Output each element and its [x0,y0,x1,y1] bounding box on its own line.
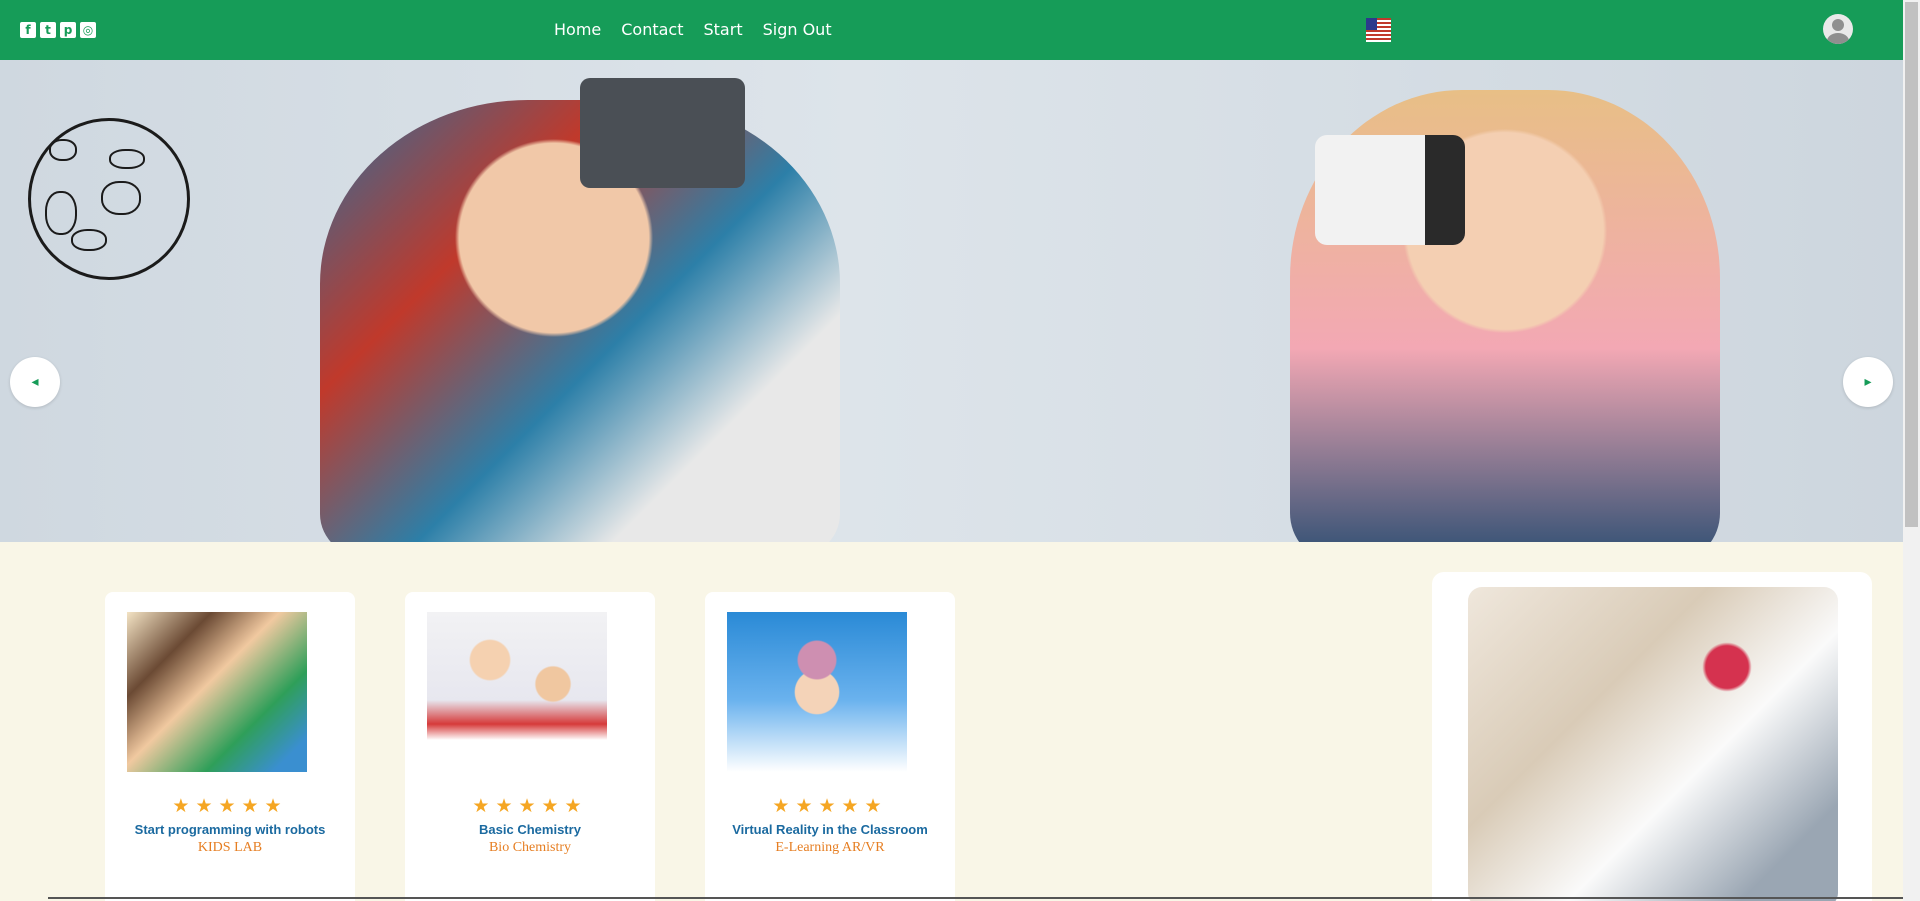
chevron-left-icon: ◂ [31,374,39,390]
course-title[interactable]: Start programming with robots [105,822,355,838]
pinterest-icon[interactable]: p [60,22,76,38]
vr-headset [1315,135,1465,245]
course-category: Bio Chemistry [488,840,572,855]
course-category: E-Learning AR/VR [775,840,885,855]
us-flag-icon[interactable] [1366,18,1391,42]
vr-headset [580,78,745,188]
user-avatar-icon[interactable] [1823,14,1853,44]
nav-start[interactable]: Start [704,20,743,40]
chevron-right-icon: ▸ [1864,374,1872,390]
rating-stars: ★★★★★ [772,795,888,817]
carousel-next-button[interactable]: ▸ [1843,357,1893,407]
planet-doodle [28,118,190,280]
twitter-icon[interactable]: t [40,22,56,38]
social-links: f t p ◎ [20,22,96,38]
course-title[interactable]: Virtual Reality in the Classroom [705,822,955,838]
instagram-icon[interactable]: ◎ [80,22,96,38]
course-image[interactable] [427,612,607,772]
rating-stars: ★★★★★ [172,795,288,817]
carousel-prev-button[interactable]: ◂ [10,357,60,407]
course-image[interactable] [127,612,307,772]
facebook-icon[interactable]: f [20,22,36,38]
top-navbar: f t p ◎ Home Contact Start Sign Out [0,0,1903,60]
course-card[interactable]: ★★★★★ Virtual Reality in the Classroom E… [705,592,955,901]
course-card[interactable]: ★★★★★ Start programming with robots KIDS… [105,592,355,901]
robot-newspaper-image [1468,587,1838,901]
course-title[interactable]: Basic Chemistry [405,822,655,838]
vertical-scrollbar[interactable] [1903,0,1920,901]
nav-home[interactable]: Home [554,20,601,40]
hero-carousel: ◂ ▸ [0,60,1903,542]
course-card[interactable]: ★★★★★ Basic Chemistry Bio Chemistry [405,592,655,901]
course-category: KIDS LAB [197,840,263,855]
rating-stars: ★★★★★ [472,795,588,817]
course-image[interactable] [727,612,907,772]
page-divider [48,897,1903,899]
nav-contact[interactable]: Contact [621,20,683,40]
scrollbar-thumb[interactable] [1905,2,1918,527]
side-promo-panel [1432,572,1872,901]
main-nav: Home Contact Start Sign Out [554,20,832,40]
nav-sign-out[interactable]: Sign Out [763,20,832,40]
